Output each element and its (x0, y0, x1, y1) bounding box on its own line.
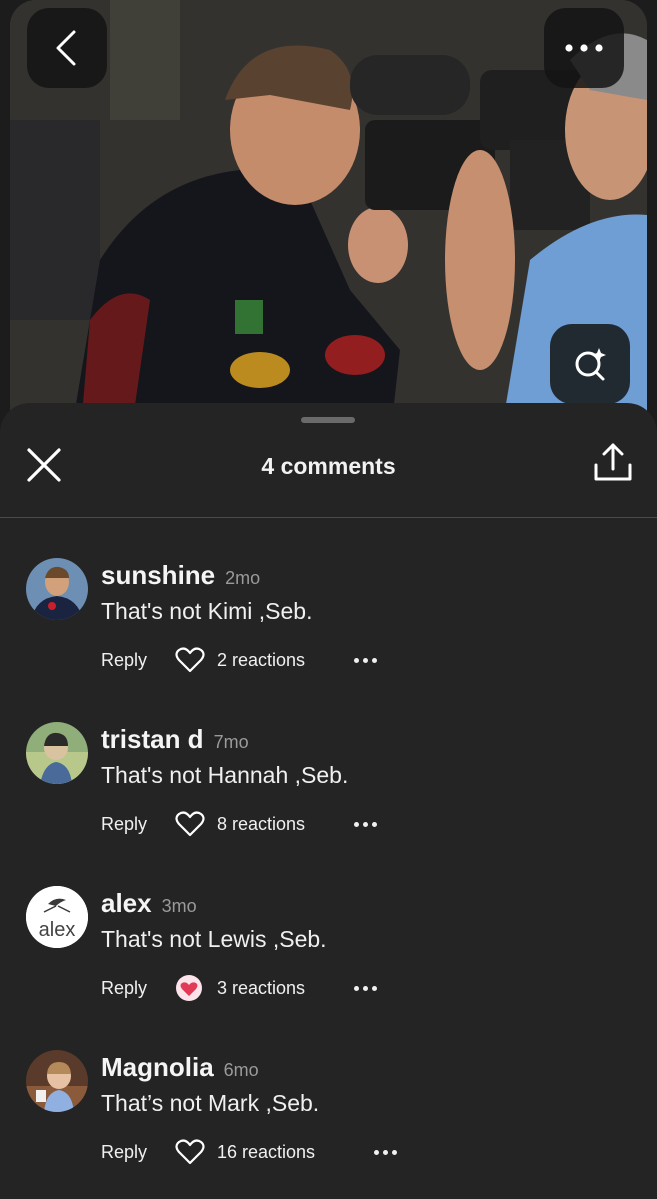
comment-time: 7mo (213, 732, 249, 752)
heart-outline-icon[interactable] (175, 810, 205, 838)
heart-outline-icon[interactable] (175, 646, 205, 674)
comment-actions: Reply 2 reactions (101, 646, 377, 674)
comment-text: That's not Lewis ,Seb. (101, 926, 327, 952)
avatar[interactable] (26, 1050, 88, 1112)
avatar[interactable] (26, 558, 88, 620)
username-text[interactable]: tristan d (101, 724, 204, 754)
reply-button[interactable]: Reply (101, 978, 175, 999)
visual-search-sparkle-icon (575, 348, 606, 381)
sheet-grabber[interactable] (301, 417, 355, 423)
comment-time: 6mo (223, 1060, 259, 1080)
comment-item: tristan d 7mo That's not Hannah ,Seb. Rep… (0, 722, 657, 862)
comments-count-title: 4 comments (261, 453, 396, 479)
reactions-count[interactable]: 8 reactions (217, 814, 354, 835)
reactions-count[interactable]: 3 reactions (217, 978, 354, 999)
comment-actions: Reply 8 reactions (101, 810, 377, 838)
share-button[interactable] (591, 441, 635, 485)
comment-username[interactable]: tristan d 7mo (101, 724, 249, 755)
heart-eyes-emoji-icon[interactable] (175, 974, 205, 1002)
reactions-count[interactable]: 2 reactions (217, 650, 354, 671)
reply-button[interactable]: Reply (101, 814, 175, 835)
avatar[interactable] (26, 722, 88, 784)
sheet-header: 4 comments (0, 433, 657, 518)
reply-button[interactable]: Reply (101, 650, 175, 671)
reply-button[interactable]: Reply (101, 1142, 175, 1163)
reactions-count[interactable]: 16 reactions (217, 1142, 374, 1163)
comment-item: sunshine 2mo That's not Kimi ,Seb. Reply … (0, 558, 657, 698)
avatar-text: alex (39, 919, 76, 941)
comment-item: alex alex 3mo That's not Lewis ,Seb. Repl… (0, 886, 657, 1026)
avatar[interactable]: alex (26, 886, 88, 948)
back-button[interactable] (27, 8, 107, 88)
pin-photo[interactable] (10, 0, 647, 440)
comment-username[interactable]: Magnolia 6mo (101, 1052, 259, 1083)
username-text[interactable]: alex (101, 888, 152, 918)
comment-username[interactable]: alex 3mo (101, 888, 197, 919)
username-text[interactable]: Magnolia (101, 1052, 214, 1082)
comment-username[interactable]: sunshine 2mo (101, 560, 260, 591)
comment-time: 3mo (161, 896, 197, 916)
comment-more-button[interactable] (354, 985, 377, 991)
comment-more-button[interactable] (354, 821, 377, 827)
username-text[interactable]: sunshine (101, 560, 215, 590)
comment-text: That’s not Mark ,Seb. (101, 1090, 320, 1116)
heart-outline-icon[interactable] (175, 1138, 205, 1166)
comment-actions: Reply 16 reactions (101, 1138, 397, 1166)
more-horizontal-icon (565, 44, 603, 52)
comment-more-button[interactable] (354, 657, 377, 663)
comment-text: That's not Kimi ,Seb. (101, 598, 313, 624)
comments-sheet: 4 comments sunshine 2mo That's not Kimi ,… (0, 403, 657, 1199)
chevron-left-icon (56, 30, 76, 66)
comment-time: 2mo (225, 568, 261, 588)
more-options-button[interactable] (544, 8, 624, 88)
comment-actions: Reply 3 reactions (101, 974, 377, 1002)
comment-text: That's not Hannah ,Seb. (101, 762, 349, 788)
visual-search-button[interactable] (550, 324, 630, 404)
comment-more-button[interactable] (374, 1149, 397, 1155)
comment-item: Magnolia 6mo That’s not Mark ,Seb. Reply … (0, 1050, 657, 1190)
share-upload-icon (594, 443, 632, 481)
